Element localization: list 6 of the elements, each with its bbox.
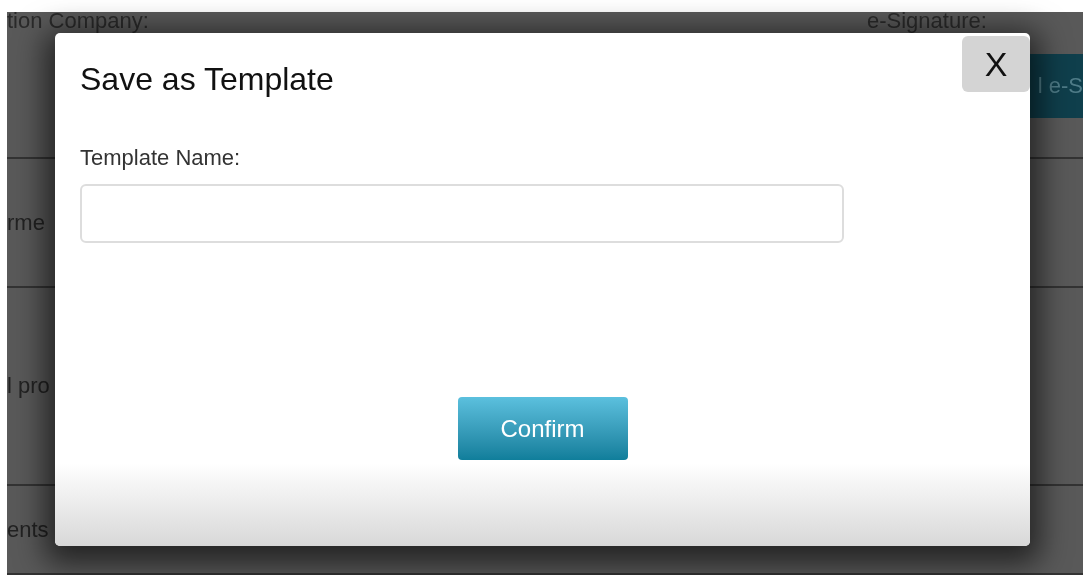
close-button[interactable]: X (962, 36, 1030, 92)
dialog-title: Save as Template (80, 60, 334, 99)
row-label: ents (7, 515, 49, 544)
confirm-button[interactable]: Confirm (457, 397, 628, 460)
field-label: Template Name: (80, 144, 242, 172)
template-name-field[interactable] (80, 184, 844, 243)
